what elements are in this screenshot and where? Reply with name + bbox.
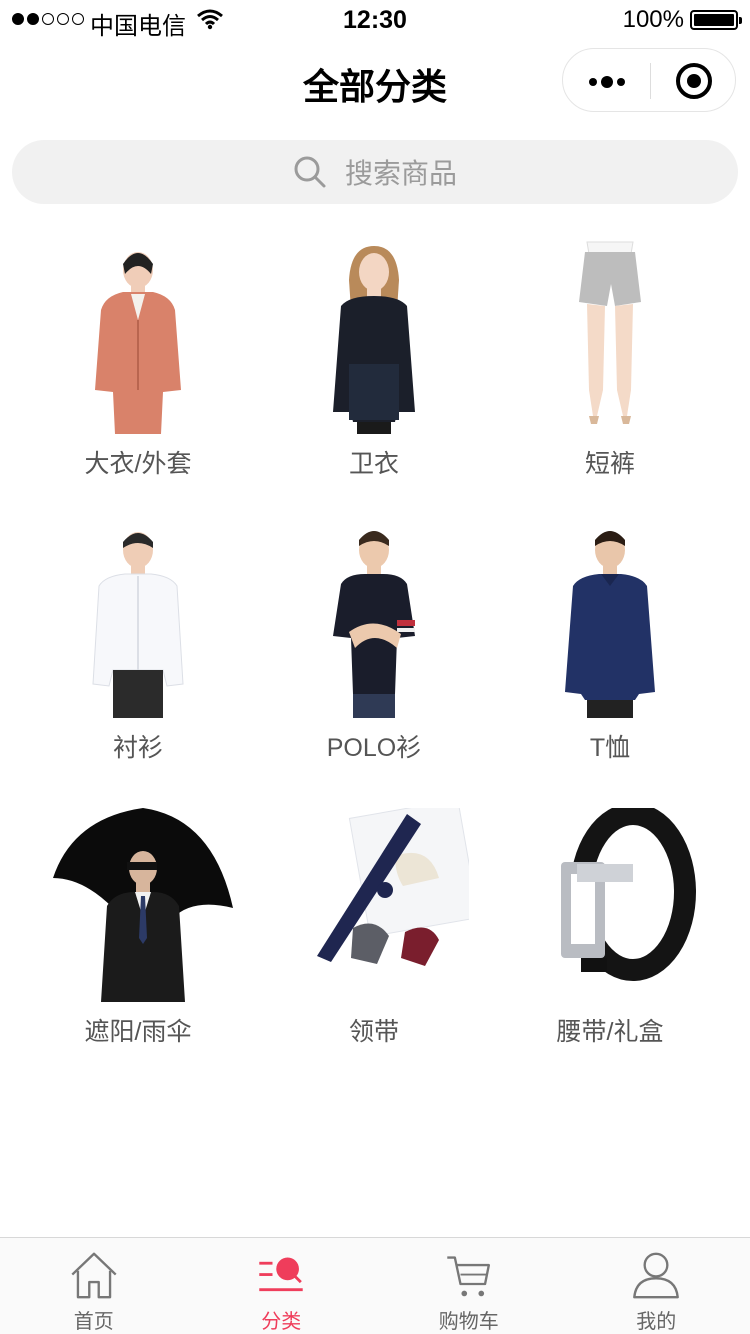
- category-label: 卫衣: [348, 450, 399, 478]
- category-item[interactable]: 大衣/外套: [20, 240, 256, 524]
- category-label: T恤: [589, 734, 631, 762]
- category-item[interactable]: 领带: [256, 808, 492, 1092]
- tab-profile[interactable]: 我的: [563, 1238, 750, 1334]
- category-item[interactable]: T恤: [492, 524, 728, 808]
- polo-man-image: [333, 531, 415, 718]
- category-label: 大衣/外套: [84, 450, 192, 478]
- category-label: 衬衫: [112, 734, 163, 762]
- more-icon[interactable]: [589, 76, 625, 88]
- tab-label: 分类: [261, 1311, 302, 1333]
- home-icon: [71, 1252, 117, 1299]
- battery-percent: 100%: [622, 6, 684, 33]
- ties-image: [317, 808, 469, 966]
- close-target-icon[interactable]: [676, 63, 712, 99]
- tab-label: 我的: [636, 1311, 677, 1333]
- category-item[interactable]: 腰带/礼盒: [492, 808, 728, 1092]
- tab-bar: 首页 分类 购物车 我的: [0, 1237, 750, 1334]
- category-item[interactable]: 卫衣: [256, 240, 492, 524]
- umbrella-man-image: [53, 808, 233, 1002]
- capsule-divider: [650, 63, 651, 99]
- tab-cart[interactable]: 购物车: [375, 1238, 563, 1334]
- shirt-man-image: [92, 532, 184, 718]
- category-label: 短裤: [584, 450, 635, 478]
- category-item[interactable]: 衬衫: [20, 524, 256, 808]
- category-item[interactable]: 遮阳/雨伞: [20, 808, 256, 1092]
- tab-category[interactable]: 分类: [188, 1238, 376, 1334]
- category-item[interactable]: 短裤: [492, 240, 728, 524]
- status-bar: 中国电信 12:30 100%: [0, 0, 750, 40]
- category-label: 领带: [348, 1018, 399, 1046]
- search-placeholder: 搜索商品: [344, 158, 457, 189]
- belt-image: [561, 808, 696, 981]
- category-grid: 大衣/外套 卫衣 短裤 衬衫 POLO衫 T恤 遮阳/雨伞 领带 腰带/礼盒: [20, 240, 730, 1092]
- category-icon: [259, 1257, 303, 1292]
- sweatshirt-woman-image: [333, 246, 415, 434]
- battery-icon: [690, 10, 742, 30]
- profile-icon: [633, 1252, 680, 1299]
- category-label: 遮阳/雨伞: [84, 1018, 192, 1046]
- category-label: 腰带/礼盒: [556, 1018, 664, 1046]
- category-item[interactable]: POLO衫: [256, 524, 492, 808]
- mini-program-capsule: [562, 48, 736, 112]
- search-bar[interactable]: 搜索商品: [12, 140, 738, 204]
- cart-icon: [447, 1256, 490, 1297]
- blazer-woman-image: [95, 252, 181, 434]
- search-icon: [294, 156, 326, 188]
- tab-label: 首页: [73, 1311, 114, 1333]
- tab-label: 购物车: [438, 1311, 499, 1333]
- tab-home[interactable]: 首页: [0, 1238, 188, 1334]
- shorts-image: [579, 241, 641, 424]
- category-label: POLO衫: [326, 734, 422, 762]
- tshirt-man-image: [565, 531, 655, 718]
